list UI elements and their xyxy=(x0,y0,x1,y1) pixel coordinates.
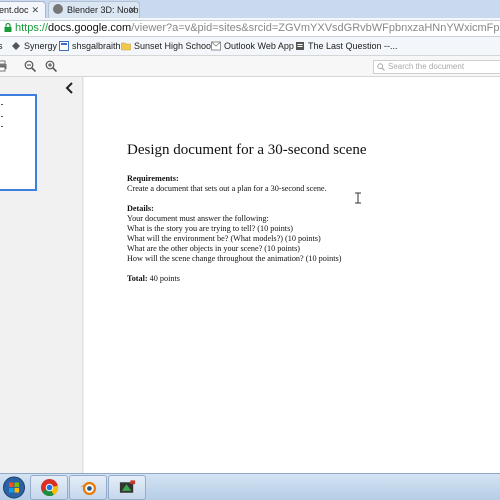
details-line: Your document must answer the following: xyxy=(127,214,269,223)
search-document-input[interactable]: Search the document xyxy=(373,60,500,74)
close-icon[interactable]: ✕ xyxy=(128,2,136,18)
bookmark-label: s xyxy=(0,41,3,51)
zoom-in-icon[interactable] xyxy=(45,60,57,72)
bookmark-label: shsgalbraith xyxy=(72,41,121,51)
details-line: What will the environment be? (What mode… xyxy=(127,234,321,243)
synergy-icon xyxy=(12,42,20,50)
blender-wiki-icon xyxy=(53,4,63,14)
sites-icon xyxy=(59,41,69,51)
lock-icon xyxy=(4,23,12,32)
zoom-out-icon[interactable] xyxy=(24,60,36,72)
details-heading: Details: xyxy=(127,204,154,213)
details-line: What are the other objects in your scene… xyxy=(127,244,301,253)
chrome-icon xyxy=(40,478,59,497)
total-heading: Total: xyxy=(127,274,148,283)
tab-strip: ent.doc ✕ Blender 3D: Noob to Pro/ ✕ xyxy=(0,0,500,18)
close-icon[interactable]: ✕ xyxy=(31,2,39,18)
recorder-app-icon xyxy=(119,480,136,493)
taskbar-chrome[interactable] xyxy=(30,475,68,500)
address-bar[interactable]: https://docs.google.com/viewer?a=v&pid=s… xyxy=(0,20,500,37)
outlook-icon xyxy=(211,41,221,51)
taskbar-app[interactable] xyxy=(108,475,146,500)
requirements-heading: Requirements: xyxy=(127,174,179,183)
print-icon[interactable] xyxy=(0,60,8,72)
bookmark-synergy[interactable]: Synergy xyxy=(11,40,57,52)
bookmark-label: Outlook Web App xyxy=(224,41,294,51)
bookmark-label: The Last Question --... xyxy=(308,41,398,51)
url-path: /viewer?a=v&pid=sites&srcid=ZGVmYXVsdGRv… xyxy=(131,22,500,34)
search-placeholder: Search the document xyxy=(388,62,465,71)
document-body: Design document for a 30-second scene Re… xyxy=(127,142,457,284)
requirements-text: Create a document that sets out a plan f… xyxy=(127,184,327,193)
bookmark-shsgalbraith[interactable]: shsgalbraith xyxy=(59,40,121,52)
total-text: 40 points xyxy=(149,274,180,283)
details-line: What is the story you are trying to tell… xyxy=(127,224,293,233)
document-page: Design document for a 30-second scene Re… xyxy=(84,77,500,473)
details-line: How will the scene change throughout the… xyxy=(127,254,342,263)
tab-document-label: ent.doc xyxy=(0,5,29,15)
bookmark-label: Sunset High School xyxy=(134,41,214,51)
taskbar-blender[interactable] xyxy=(69,475,107,500)
text-cursor-icon xyxy=(355,192,361,204)
chevron-left-icon[interactable] xyxy=(64,81,76,95)
bookmark-label: Synergy xyxy=(24,41,58,51)
blender-icon xyxy=(80,481,97,496)
url-scheme: https:// xyxy=(15,22,49,34)
document-title: Design document for a 30-second scene xyxy=(127,142,367,158)
folder-icon xyxy=(121,42,131,51)
page-thumbnail[interactable] xyxy=(0,94,37,191)
bookmark-sunset-high-school[interactable]: Sunset High School xyxy=(121,40,213,52)
browser-window: ent.doc ✕ Blender 3D: Noob to Pro/ ✕ htt… xyxy=(0,0,500,500)
bookmark-item[interactable]: s xyxy=(0,40,3,52)
thumbnail-panel xyxy=(0,77,83,473)
tab-blender[interactable]: Blender 3D: Noob to Pro/ ✕ xyxy=(48,1,140,18)
bookmarks-bar: s Synergy shsgalbraith Sunset High Schoo… xyxy=(0,38,500,55)
bookmark-outlook[interactable]: Outlook Web App xyxy=(211,40,294,52)
start-button-icon[interactable] xyxy=(2,476,26,499)
taskbar xyxy=(0,473,500,500)
bookmark-last-question[interactable]: The Last Question --... xyxy=(295,40,398,52)
tab-document[interactable]: ent.doc ✕ xyxy=(0,1,46,18)
viewer-toolbar: Search the document xyxy=(0,55,500,77)
address-row: https://docs.google.com/viewer?a=v&pid=s… xyxy=(0,18,500,38)
page-icon xyxy=(296,42,304,50)
search-icon xyxy=(377,63,385,71)
url-host: docs.google.com xyxy=(48,22,132,34)
